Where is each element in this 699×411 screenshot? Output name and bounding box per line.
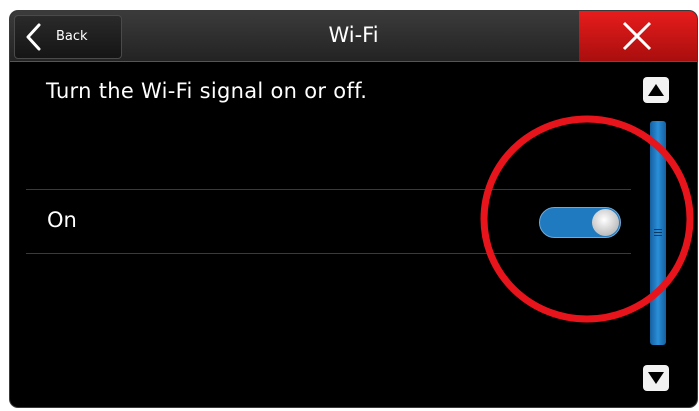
back-label: Back [56, 29, 88, 44]
wifi-settings-screen: Back Wi-Fi Turn the Wi-Fi signal on or o… [10, 11, 697, 407]
scrollbar-grip-icon [654, 229, 662, 238]
wifi-on-row[interactable]: On [26, 190, 631, 253]
triangle-down-icon [648, 372, 664, 384]
triangle-up-icon [648, 84, 664, 96]
scroll-up-button[interactable] [643, 77, 669, 103]
divider-bottom [26, 253, 631, 254]
close-button[interactable] [579, 11, 697, 61]
back-button[interactable]: Back [14, 15, 122, 59]
scrollbar[interactable] [650, 121, 666, 345]
header-bar: Back Wi-Fi [10, 11, 697, 62]
wifi-toggle-switch[interactable] [539, 207, 621, 238]
page-title: Wi-Fi [328, 23, 379, 47]
wifi-on-label: On [47, 208, 77, 232]
chevron-left-icon [26, 23, 41, 51]
toggle-knob [592, 209, 619, 236]
setting-description: Turn the Wi-Fi signal on or off. [46, 79, 368, 103]
scroll-down-button[interactable] [643, 365, 669, 391]
close-icon [622, 21, 652, 51]
